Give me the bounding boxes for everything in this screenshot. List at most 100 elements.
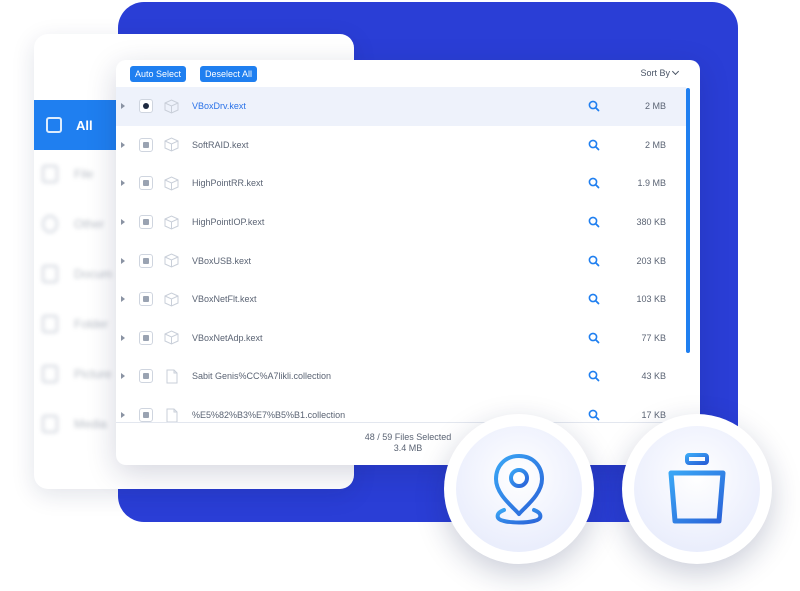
file-row[interactable]: VBoxDrv.kext 2 MB: [116, 87, 686, 126]
file-row[interactable]: HighPointIOP.kext 380 KB: [116, 203, 686, 242]
sidebar-item-label: Picture: [74, 367, 112, 381]
file-name: SoftRAID.kext: [192, 139, 249, 150]
expand-arrow-icon[interactable]: [121, 412, 125, 419]
expand-arrow-icon[interactable]: [121, 373, 125, 380]
file-checkbox[interactable]: [139, 99, 153, 114]
sidebar-item-label: Docum: [74, 267, 113, 281]
preview-search-icon[interactable]: [588, 216, 600, 228]
file-size: 17 KB: [641, 410, 666, 421]
document-icon: [42, 265, 58, 283]
file-size: 103 KB: [636, 294, 666, 305]
expand-arrow-icon[interactable]: [121, 334, 125, 341]
checkbox-mark: [143, 180, 149, 187]
file-size: 1.9 MB: [637, 178, 666, 189]
selection-count: 48 / 59 Files Selected: [364, 432, 452, 442]
file-name: VBoxUSB.kext: [192, 255, 252, 266]
file-name: VBoxNetFlt.kext: [192, 294, 257, 305]
file-name: %E5%82%B3%E7%B5%B1.collection: [192, 410, 346, 421]
sidebar-item-label: All: [76, 117, 93, 133]
package-icon: [164, 292, 179, 307]
file-row[interactable]: VBoxNetAdp.kext 77 KB: [116, 319, 686, 358]
preview-search-icon[interactable]: [588, 100, 600, 112]
package-icon: [164, 253, 179, 268]
package-icon: [164, 215, 179, 230]
package-icon: [164, 99, 179, 114]
file-name: VBoxNetAdp.kext: [192, 332, 263, 343]
delete-file-button[interactable]: [622, 414, 772, 564]
file-name: VBoxDrv.kext: [192, 101, 246, 112]
sidebar-item-label: Folder: [74, 317, 109, 331]
expand-arrow-icon[interactable]: [121, 219, 125, 226]
file-row[interactable]: %E5%82%B3%E7%B5%B1.collection 17 KB: [116, 396, 686, 422]
toolbar: Auto Select Deselect All Sort By: [116, 60, 700, 88]
file-size: 380 KB: [636, 217, 666, 228]
trash-icon: [660, 453, 734, 524]
file-checkbox[interactable]: [139, 408, 153, 422]
file-name: HighPointIOP.kext: [192, 217, 265, 228]
expand-arrow-icon[interactable]: [121, 296, 125, 303]
preview-search-icon[interactable]: [588, 370, 600, 382]
preview-search-icon[interactable]: [588, 293, 600, 305]
file-list: VBoxDrv.kext 2 MB SoftRAID.kext 2 MB HighPoi…: [116, 87, 686, 422]
file-checkbox[interactable]: [139, 253, 153, 268]
sort-by-dropdown[interactable]: Sort By: [640, 67, 680, 78]
expand-arrow-icon[interactable]: [121, 103, 125, 110]
package-icon: [164, 330, 179, 345]
picture-icon: [42, 365, 58, 383]
checkbox-mark: [143, 373, 149, 380]
file-checkbox[interactable]: [139, 330, 153, 345]
deselect-all-button[interactable]: Deselect All: [200, 66, 258, 82]
file-checkbox[interactable]: [139, 137, 153, 152]
media-icon: [42, 415, 58, 433]
location-pin-icon: [494, 454, 544, 525]
file-size: 43 KB: [641, 371, 666, 382]
sidebar-item-label: Other: [74, 217, 105, 231]
file-row[interactable]: VBoxNetFlt.kext 103 KB: [116, 280, 686, 319]
file-checkbox[interactable]: [139, 292, 153, 307]
checkbox-mark: [143, 412, 149, 419]
file-row[interactable]: HighPointRR.kext 1.9 MB: [116, 164, 686, 203]
file-size: 2 MB: [644, 101, 666, 112]
expand-arrow-icon[interactable]: [121, 141, 125, 148]
checkbox-mark: [143, 141, 149, 148]
file-name: Sabit Genis%CC%A7likli.collection: [192, 371, 332, 382]
file-list-panel: Auto Select Deselect All Sort By VBoxDrv…: [116, 60, 700, 465]
checkbox-mark: [143, 296, 149, 303]
file-row[interactable]: Sabit Genis%CC%A7likli.collection 43 KB: [116, 357, 686, 396]
document-icon: [166, 369, 178, 384]
preview-search-icon[interactable]: [588, 332, 600, 344]
sidebar-item-label: Media: [74, 417, 107, 431]
file-row[interactable]: VBoxUSB.kext 203 KB: [116, 241, 686, 280]
file-row[interactable]: SoftRAID.kext 2 MB: [116, 126, 686, 165]
checkbox-mark: [143, 219, 149, 226]
scrollbar[interactable]: [686, 88, 690, 353]
preview-search-icon[interactable]: [588, 139, 600, 151]
locate-file-button[interactable]: [444, 414, 594, 564]
expand-arrow-icon[interactable]: [121, 257, 125, 264]
auto-select-button[interactable]: Auto Select: [130, 66, 187, 82]
expand-arrow-icon[interactable]: [121, 180, 125, 187]
document-icon: [166, 408, 178, 422]
preview-search-icon[interactable]: [588, 177, 600, 189]
file-size: 203 KB: [636, 255, 666, 266]
selection-summary: 48 / 59 Files Selected 3.4 MB: [116, 422, 700, 465]
folder-icon: [42, 315, 58, 333]
checkbox-mark: [143, 103, 149, 110]
package-icon: [164, 176, 179, 191]
sort-by-label: Sort By: [640, 68, 670, 78]
file-checkbox[interactable]: [139, 369, 153, 384]
sidebar-item-label: File: [74, 167, 94, 181]
file-size: 2 MB: [644, 139, 666, 150]
file-icon: [42, 165, 58, 183]
all-icon: [46, 117, 62, 133]
file-checkbox[interactable]: [139, 176, 153, 191]
chevron-down-icon: [671, 67, 680, 76]
selection-size: 3.4 MB: [393, 443, 423, 453]
file-size: 77 KB: [641, 332, 666, 343]
file-name: HighPointRR.kext: [192, 178, 264, 189]
preview-search-icon[interactable]: [588, 409, 600, 421]
preview-search-icon[interactable]: [588, 255, 600, 267]
package-icon: [164, 137, 179, 152]
file-checkbox[interactable]: [139, 215, 153, 230]
checkbox-mark: [143, 257, 149, 264]
